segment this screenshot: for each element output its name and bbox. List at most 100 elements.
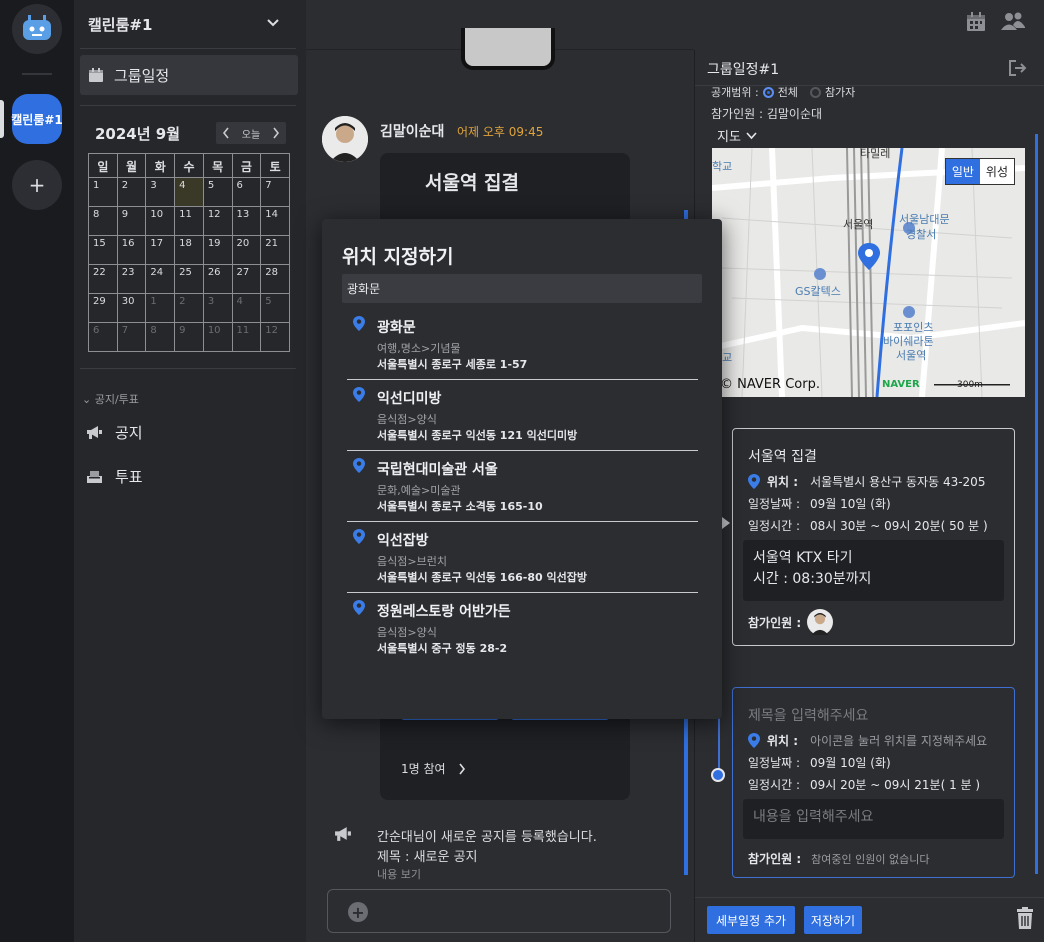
calendar-day[interactable]: 22 [88, 264, 118, 294]
room-header[interactable]: 캘린룸#1 [74, 0, 306, 48]
memo-input[interactable]: 내용을 입력해주세요 [743, 799, 1004, 839]
new-schedule-detail-card[interactable]: 제목을 입력해주세요 위치 : 아이콘을 눌러 위치를 지정해주세요 일정날짜 … [732, 687, 1015, 878]
chat-input[interactable]: + [327, 889, 671, 933]
avatar[interactable] [322, 116, 368, 162]
add-detail-schedule-button[interactable]: 세부일정 추가 [707, 906, 795, 934]
location-pin-icon[interactable] [748, 733, 760, 748]
calendar-day[interactable]: 12 [260, 322, 290, 352]
calendar-day[interactable]: 12 [202, 206, 233, 236]
calendar-day[interactable]: 28 [260, 264, 290, 294]
sticker-image [461, 28, 555, 70]
calendar-day[interactable]: 8 [145, 322, 176, 352]
calendar-day[interactable]: 2 [174, 293, 204, 323]
sidebar-item-group-schedule[interactable]: 그룹일정 [80, 55, 298, 95]
place-result-item[interactable]: 광화문 여행,명소>기념물 서울특별시 종로구 세종로 1-57 [347, 309, 698, 380]
panel-scrollbar[interactable] [1035, 134, 1038, 874]
calendar-day[interactable]: 6 [231, 177, 262, 207]
detail-memo[interactable]: 서울역 KTX 타기 시간 : 08:30분까지 [743, 540, 1004, 601]
calendar-day[interactable]: 24 [145, 264, 176, 294]
calendar-weekday: 화 [145, 153, 176, 178]
avatar[interactable] [807, 609, 834, 635]
time-value[interactable]: 09시 20분 ~ 09시 21분( 1 분 ) [810, 776, 980, 793]
add-room-button[interactable]: + [12, 160, 62, 210]
calendar-day[interactable]: 17 [145, 235, 176, 265]
calendar-day[interactable]: 20 [231, 235, 262, 265]
map-satellite-button[interactable]: 위성 [979, 159, 1014, 184]
place-result-item[interactable]: 정원레스토랑 어반가든 음식점>양식 서울특별시 중구 정동 28-2 [347, 593, 698, 664]
card-join-link[interactable]: 1명 참여 [401, 760, 466, 777]
calendar-day[interactable]: 23 [116, 264, 147, 294]
calendar-icon[interactable] [966, 12, 986, 32]
calendar-day[interactable]: 2 [116, 177, 147, 207]
radio-participants[interactable] [809, 86, 821, 98]
calendar-day[interactable]: 15 [88, 235, 118, 265]
calendar-day[interactable]: 5 [202, 177, 233, 207]
detail-title: 서울역 집결 [748, 449, 817, 465]
location-pin-icon[interactable] [748, 474, 760, 489]
calendar-day[interactable]: 1 [88, 177, 118, 207]
calendar-day[interactable]: 5 [260, 293, 290, 323]
calendar-day[interactable]: 10 [145, 206, 176, 236]
rail-room-button[interactable]: 캘린룸#1 [11, 94, 63, 144]
megaphone-icon [87, 426, 102, 439]
calendar-day[interactable]: 19 [202, 235, 233, 265]
calendar-day[interactable]: 7 [260, 177, 290, 207]
calendar-day[interactable]: 10 [202, 322, 233, 352]
calendar-day[interactable]: 18 [174, 235, 204, 265]
chevron-left-icon[interactable] [222, 127, 230, 139]
calendar-day[interactable]: 26 [202, 264, 233, 294]
map-view[interactable]: 서울역 서울남대문 경찰서 GS칼텍스 포포인츠 바이쉐라톤 서울역 학교 학교… [712, 148, 1025, 397]
notice-message-title: 제목 : 새로운 공지 [377, 850, 478, 865]
calendar-day[interactable]: 4 [231, 293, 262, 323]
exit-icon[interactable] [1009, 60, 1027, 76]
calendar-day[interactable]: 3 [202, 293, 233, 323]
calendar-day[interactable]: 4 [174, 177, 204, 207]
calendar-today-button[interactable]: 오늘 [242, 126, 260, 141]
map-toggle[interactable]: 지도 [717, 126, 757, 145]
sidebar-item-vote[interactable]: 투표 [86, 466, 143, 487]
calendar-day[interactable]: 7 [116, 322, 147, 352]
sidebar-item-label: 공지 [115, 424, 143, 442]
title-input[interactable]: 제목을 입력해주세요 [748, 705, 868, 725]
bot-logo-icon[interactable] [12, 4, 62, 54]
place-result-item[interactable]: 익선잡방 음식점>브런치 서울특별시 종로구 익선동 166-80 익선잡방 [347, 522, 698, 593]
radio-all[interactable] [762, 86, 774, 98]
calendar-day[interactable]: 9 [174, 322, 204, 352]
save-button[interactable]: 저장하기 [804, 906, 862, 934]
trash-icon[interactable] [1016, 907, 1034, 929]
section-label-notice-vote[interactable]: ⌄ 공지/투표 [82, 391, 139, 407]
calendar-day[interactable]: 25 [174, 264, 204, 294]
date-value[interactable]: 09월 10일 (화) [810, 754, 891, 771]
chevron-right-icon[interactable] [272, 127, 280, 139]
calendar-day[interactable]: 8 [88, 206, 118, 236]
users-icon[interactable] [1001, 11, 1025, 31]
calendar-day[interactable]: 11 [231, 322, 262, 352]
notice-view-link[interactable]: 내용 보기 [377, 866, 421, 882]
calendar-day[interactable]: 27 [231, 264, 262, 294]
sidebar-item-notice[interactable]: 공지 [86, 422, 143, 443]
calendar-day[interactable]: 14 [260, 206, 290, 236]
calendar-day[interactable]: 6 [88, 322, 118, 352]
calendar-day[interactable]: 9 [116, 206, 147, 236]
panel-header: 그룹일정#1 [695, 50, 1044, 86]
attach-plus-icon[interactable]: + [348, 902, 368, 922]
calendar-day[interactable]: 1 [145, 293, 176, 323]
calendar-nav: 오늘 [216, 122, 286, 144]
calendar-day[interactable]: 21 [260, 235, 290, 265]
time-value[interactable]: 08시 30분 ~ 09시 20분( 50 분 ) [810, 517, 988, 534]
calendar-day[interactable]: 30 [116, 293, 147, 323]
visibility-row: 공개범위 : 전체 참가자 [711, 84, 855, 100]
place-category: 여행,명소>기념물 [377, 342, 461, 355]
map-normal-button[interactable]: 일반 [945, 159, 980, 184]
place-result-item[interactable]: 국립현대미술관 서울 문화,예술>미술관 서울특별시 종로구 소격동 165-10 [347, 451, 698, 522]
calendar-day[interactable]: 13 [231, 206, 262, 236]
location-search-input[interactable] [342, 274, 702, 303]
date-value[interactable]: 09월 10일 (화) [810, 495, 891, 512]
calendar-day[interactable]: 3 [145, 177, 176, 207]
schedule-detail-card[interactable]: 서울역 집결 위치 : 서울특별시 용산구 동자동 43-205 일정날짜 : … [732, 428, 1015, 646]
calendar-day[interactable]: 29 [88, 293, 118, 323]
calendar-day[interactable]: 16 [116, 235, 147, 265]
chevron-down-icon[interactable] [266, 16, 280, 30]
place-result-item[interactable]: 익선디미방 음식점>양식 서울특별시 종로구 익선동 121 익선디미방 [347, 380, 698, 451]
calendar-day[interactable]: 11 [174, 206, 204, 236]
